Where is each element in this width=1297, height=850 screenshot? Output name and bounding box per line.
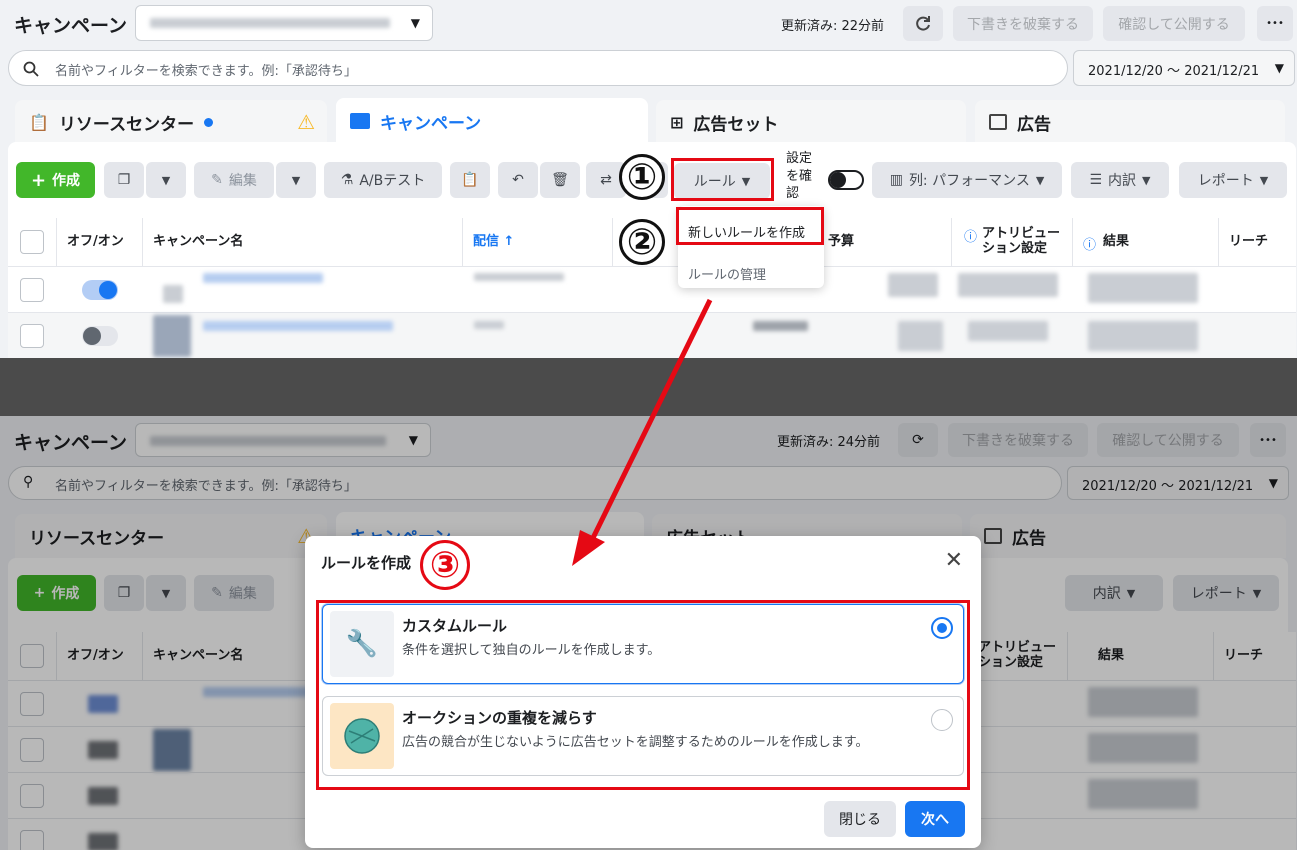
breakdown-button[interactable]: ☰ 内訳 ▼ [1071,162,1169,198]
columns-label: 列: パフォーマンス [908,173,1030,189]
copy-icon: ❐ [117,172,131,188]
dialog-title: ルールを作成 [321,554,412,572]
separator [0,358,1297,416]
refresh-button[interactable] [903,6,943,41]
search-input[interactable]: 名前やフィルターを検索できます。例:「承認待ち」 [8,50,1068,86]
row-checkbox[interactable] [20,278,44,302]
undo-icon: ↶ [512,172,524,188]
select-all-checkbox[interactable] [20,230,44,254]
clipboard-button[interactable]: 📋 [450,162,490,198]
header-onoff[interactable]: オフ/オン [57,218,143,266]
info-icon: ⓘ [964,230,978,245]
breakdown-label: 内訳 [1108,173,1137,189]
columns-button[interactable]: ▥ 列: パフォーマンス ▼ [872,162,1062,198]
swap-icon: ⇄ [600,172,612,188]
columns-icon: ▥ [889,172,903,188]
close-button[interactable]: 閉じる [824,801,896,837]
report-label: レポート [1197,173,1254,189]
flask-icon: ⚗ [340,172,354,188]
header-campaign-name[interactable]: キャンペーン名 [143,218,463,266]
search-icon [23,61,39,77]
ab-test-label: A/Bテスト [359,173,426,189]
report-button[interactable]: レポート ▼ [1179,162,1287,198]
delete-button[interactable]: 🗑 [540,162,580,198]
chevron-down-icon: ▼ [1259,173,1269,187]
header-reach[interactable]: リーチ [1219,218,1296,266]
ab-test-button[interactable]: ⚗ A/Bテスト [324,162,442,198]
bottom-screenshot: キャンペーン ▼ 更新済み: 24分前 ⟳ 下書きを破棄する 確認して公開する … [0,416,1297,850]
warning-icon: ⚠ [297,110,315,134]
window-icon [989,114,1007,130]
grid-icon: ⊞ [670,112,684,132]
chevron-down-icon: ▼ [1142,173,1151,187]
trash-icon: 🗑 [551,172,569,188]
edit-label: 編集 [228,173,257,189]
clipboard-icon: 📋 [29,112,49,132]
info-icon: ⓘ [1083,238,1097,253]
table-row[interactable] [8,312,1296,358]
header-budget[interactable]: 予算 [818,218,952,266]
tab-label: リソースセンター [58,114,195,135]
highlight-options [316,600,970,790]
date-range-label: 2021/12/20 ～ 2021/12/21 [1088,64,1260,79]
header-delivery[interactable]: 配信 ↑ [463,218,613,266]
review-publish-button[interactable]: 確認して公開する [1103,6,1245,41]
chevron-down-icon: ▼ [161,173,171,187]
create-rule-dialog: ルールを作成 ✕ 🔧 カスタムルール 条件を選択して独自のルールを作成します。 … [305,536,981,848]
duplicate-button[interactable]: ❐ [104,162,144,198]
notification-dot [204,117,214,127]
next-button[interactable]: 次へ [905,801,965,837]
refresh-icon [916,15,930,31]
chevron-down-icon: ▼ [410,16,420,30]
campaign-toggle[interactable] [82,280,118,300]
discard-draft-button[interactable]: 下書きを破棄する [953,6,1093,41]
edit-button[interactable]: ✎ 編集 [194,162,274,198]
highlight-rules-button [671,158,774,201]
create-button[interactable]: + 作成 [16,162,95,198]
step-2-marker: ② [619,219,665,265]
duplicate-dropdown[interactable]: ▼ [146,162,186,198]
chevron-down-icon: ▼ [291,173,301,187]
tab-ads[interactable]: 広告 [975,100,1285,144]
manage-rules-item[interactable]: ルールの管理 [678,252,824,288]
tab-ad-sets[interactable]: ⊞ 広告セット [656,100,966,144]
row-checkbox[interactable] [20,324,44,348]
folder-icon [350,113,370,129]
pencil-icon: ✎ [211,172,223,188]
clipboard-icon: 📋 [461,172,479,188]
undo-button[interactable]: ↶ [498,162,538,198]
highlight-create-rule [676,207,824,245]
campaign-toggle[interactable] [82,326,118,346]
step-1-marker: ① [619,154,665,200]
date-range-picker[interactable]: 2021/12/20 ～ 2021/12/21 ▼ [1073,50,1295,86]
plus-icon: + [30,169,47,191]
setting-check-toggle[interactable] [828,170,864,190]
table-row[interactable] [8,266,1296,312]
search-placeholder: 名前やフィルターを検索できます。例:「承認待ち」 [55,64,357,79]
tab-label: キャンペーン [380,113,482,134]
chevron-down-icon: ▼ [1274,61,1284,75]
breakdown-icon: ☰ [1089,172,1103,188]
tab-campaigns[interactable]: キャンペーン [336,98,648,144]
create-label: 作成 [52,173,81,189]
close-icon[interactable]: ✕ [945,548,963,573]
tab-label: 広告 [1017,114,1051,135]
account-selector[interactable]: ▼ [135,5,433,41]
tab-label: 広告セット [693,114,779,135]
select-all-header [8,218,57,266]
more-button[interactable]: ••• [1257,6,1293,41]
top-screenshot: キャンペーン ▼ 更新済み: 22分前 下書きを破棄する 確認して公開する ••… [0,0,1297,358]
step-3-marker: ③ [420,540,470,590]
updated-status: 更新済み: 22分前 [781,19,885,34]
tab-resource-center[interactable]: 📋 リソースセンター ⚠ [15,100,327,144]
edit-dropdown[interactable]: ▼ [276,162,316,198]
page-title: キャンペーン [14,15,128,37]
chevron-down-icon: ▼ [1035,173,1045,187]
setting-check-label: 設定を確認 [786,151,813,202]
